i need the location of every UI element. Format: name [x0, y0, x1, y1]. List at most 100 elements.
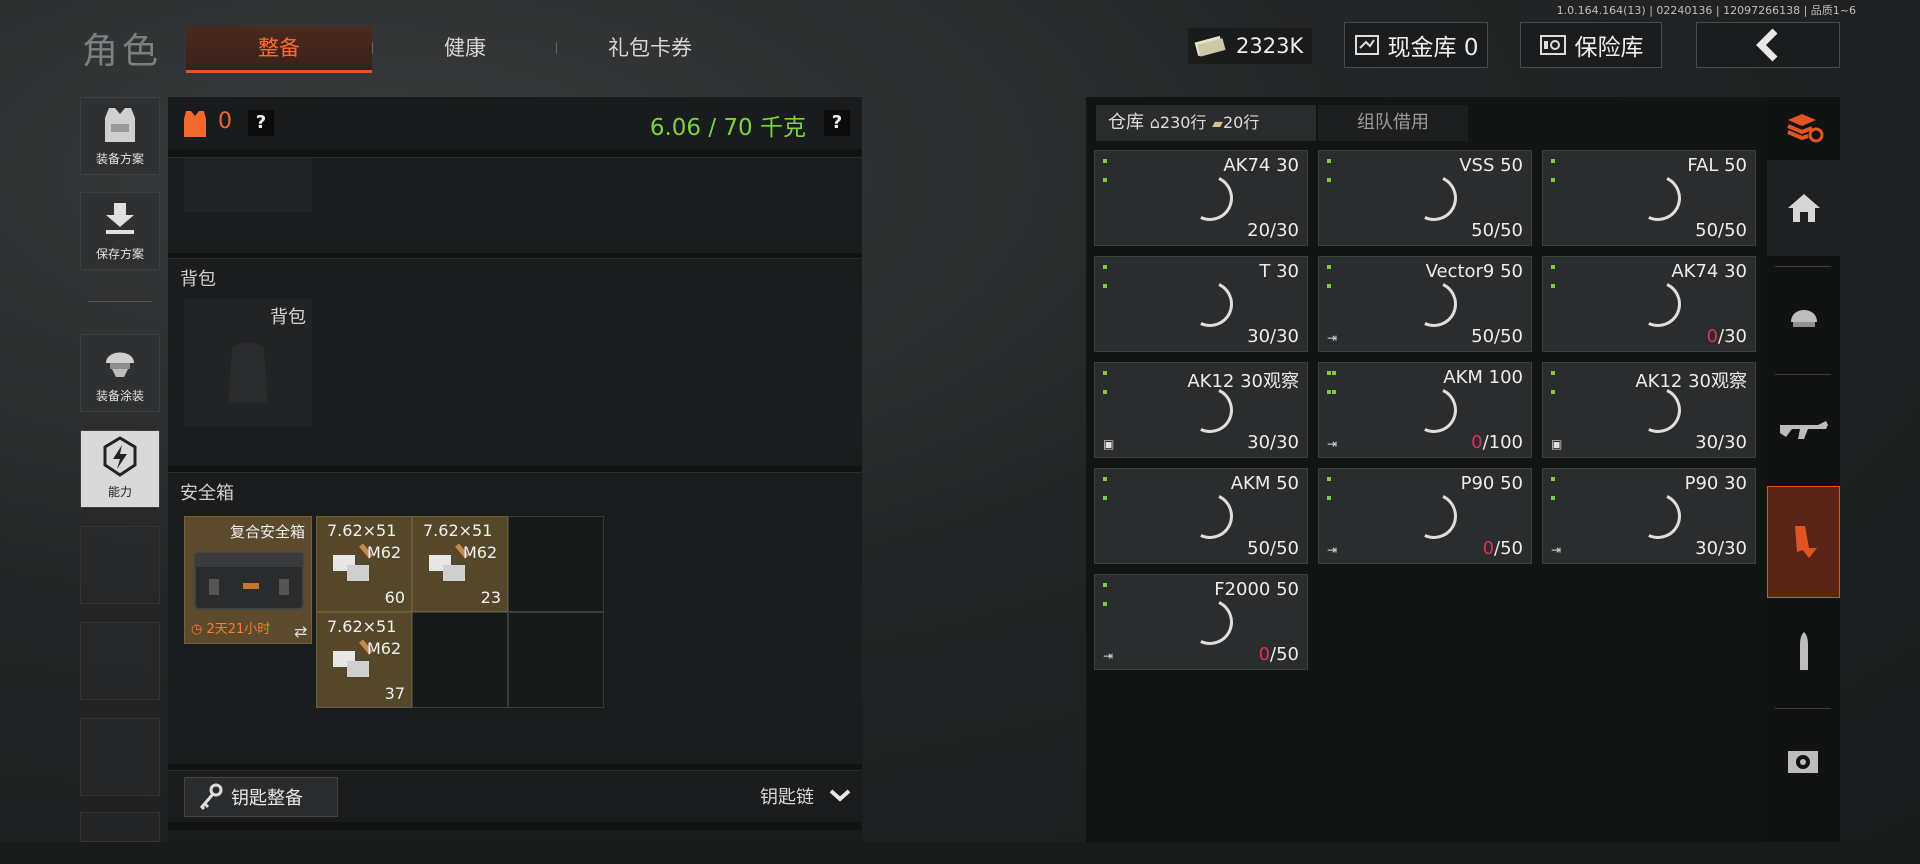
equip-slot[interactable]	[184, 158, 312, 212]
nav-save-plan[interactable]: 保存方案	[80, 192, 160, 270]
weight-text: 6.06 / 70 千克	[649, 115, 806, 141]
nav-ability[interactable]: 能力	[80, 430, 160, 508]
tab-gift-cards[interactable]: 礼包卡券	[565, 26, 735, 70]
insurance-vault-button[interactable]: 保险库	[1520, 22, 1662, 68]
item-name: Vector9 50	[1425, 261, 1523, 282]
nav-separator	[1775, 708, 1831, 709]
grid-cell[interactable]	[508, 516, 604, 612]
helmet-icon	[1790, 310, 1817, 327]
nav-skin[interactable]: 装备涂装	[80, 334, 160, 412]
grid-cell[interactable]	[412, 612, 508, 708]
loading-icon	[1404, 380, 1464, 440]
nav-home[interactable]	[1767, 160, 1840, 256]
weight-help-button[interactable]: ?	[824, 110, 850, 136]
loading-icon	[1628, 486, 1688, 546]
ammo-item[interactable]: 7.62×51 M62 37	[316, 612, 412, 708]
helmet-icon	[106, 352, 134, 377]
item-count: 0/50	[1259, 644, 1299, 665]
warehouse-item[interactable]: AK74 30 0/30	[1542, 256, 1756, 352]
ammo-item[interactable]: 7.62×51 M62 23	[412, 516, 508, 612]
loading-icon	[1404, 274, 1464, 334]
safe-box-icon	[194, 552, 304, 610]
warehouse-item[interactable]: VSS 50 50/50	[1318, 150, 1532, 246]
warehouse-item[interactable]: F2000 50 0/50 ⇥	[1094, 574, 1308, 670]
item-count-value: /50	[1270, 644, 1299, 665]
backpack-slot[interactable]: 背包	[184, 299, 312, 427]
item-name: P90 50	[1460, 473, 1523, 494]
item-count-empty: 0	[1482, 538, 1495, 559]
item-count: 0/50	[1483, 538, 1523, 559]
loading-icon	[1180, 592, 1240, 652]
loading-icon	[1628, 274, 1688, 334]
back-button[interactable]	[1696, 22, 1840, 68]
item-name: AKM 100	[1443, 367, 1523, 388]
item-corner-icon: ⇥	[1551, 543, 1562, 557]
loading-icon	[1404, 486, 1464, 546]
tab-warehouse[interactable]: 仓库 ⌂230行 ▰20行	[1096, 105, 1316, 141]
item-name: AKM 50	[1230, 473, 1299, 494]
lightning-shield-icon	[103, 436, 137, 477]
item-count: 50/50	[1471, 326, 1523, 347]
money-display: 2323K	[1188, 28, 1312, 64]
warehouse-item[interactable]: AKM 50 50/50	[1094, 468, 1308, 564]
item-count-value: 30/30	[1247, 326, 1299, 347]
item-count-empty: 0	[1471, 432, 1483, 453]
quality-indicator	[1327, 159, 1332, 197]
item-count: 50/50	[1247, 538, 1299, 559]
cash-icon	[1194, 35, 1226, 57]
warehouse-item[interactable]: AK12 30观察 30/30 ▣	[1542, 362, 1756, 458]
chevron-down-icon[interactable]	[828, 787, 852, 803]
grid-cell[interactable]	[508, 612, 604, 708]
item-count-value: 30/30	[1247, 432, 1299, 453]
item-count: 20/30	[1247, 220, 1299, 241]
item-count: 30/30	[1247, 326, 1299, 347]
sort-button[interactable]	[1767, 97, 1840, 159]
nav-separator	[1775, 374, 1831, 375]
nav-gear[interactable]	[1767, 270, 1840, 366]
warehouse-item[interactable]: AK74 30 20/30	[1094, 150, 1308, 246]
item-count-value: /50	[1494, 538, 1523, 559]
item-count: 30/30	[1695, 432, 1747, 453]
tab-separator	[556, 42, 557, 54]
quality-indicator	[1103, 371, 1108, 409]
ammo-item[interactable]: 7.62×51 M62 60	[316, 516, 412, 612]
swap-icon[interactable]: ⇄	[294, 622, 307, 641]
warehouse-item[interactable]: Vector9 50 50/50 ⇥	[1318, 256, 1532, 352]
cash-vault-button[interactable]: 现金库 0	[1344, 22, 1488, 68]
quality-indicator	[1327, 265, 1332, 303]
warehouse-item[interactable]: AKM 100 0/100 ⇥	[1318, 362, 1532, 458]
loading-icon	[1180, 168, 1240, 228]
quality-indicator	[1327, 477, 1332, 515]
tab-equip[interactable]: 整备	[186, 26, 372, 73]
nav-loadout-plan[interactable]: 装备方案	[80, 97, 160, 175]
safe-box-card[interactable]: 复合安全箱 ◷ 2天21小时	[184, 516, 312, 644]
armor-count: 0	[218, 109, 232, 134]
quality-indicator	[1103, 477, 1108, 515]
key-chain-label[interactable]: 钥匙链	[760, 783, 814, 809]
nav-separator	[1775, 266, 1831, 267]
item-count-value: /30	[1718, 326, 1747, 347]
nav-magazines[interactable]	[1767, 486, 1840, 598]
item-corner-icon: ⇥	[1103, 649, 1114, 663]
warehouse-item[interactable]: P90 30 30/30 ⇥	[1542, 468, 1756, 564]
tab-separator	[372, 42, 373, 54]
item-name: AK74 30	[1223, 155, 1299, 176]
nav-empty-slot	[80, 526, 160, 604]
item-corner-icon: ▣	[1551, 437, 1563, 451]
nav-weapons[interactable]	[1767, 382, 1840, 478]
warehouse-rows-home: 230行	[1159, 113, 1207, 132]
tab-health[interactable]: 健康	[380, 26, 550, 70]
armor-help-button[interactable]: ?	[248, 110, 274, 136]
warehouse-item[interactable]: FAL 50 50/50	[1542, 150, 1756, 246]
warehouse-item[interactable]: P90 50 0/50 ⇥	[1318, 468, 1532, 564]
tab-team-borrow[interactable]: 组队借用	[1318, 105, 1468, 141]
warehouse-item[interactable]: T 30 30/30	[1094, 256, 1308, 352]
backpack-slot-label: 背包	[270, 307, 306, 328]
nav-ammo[interactable]	[1767, 604, 1840, 700]
item-count-empty: 0	[1706, 326, 1719, 347]
nav-attachments[interactable]	[1767, 714, 1840, 810]
warehouse-item[interactable]: AK12 30观察 30/30 ▣	[1094, 362, 1308, 458]
key-equip-button[interactable]: 钥匙整备	[184, 777, 338, 817]
item-count: 0/30	[1707, 326, 1747, 347]
nav-label: 装备涂装	[95, 389, 144, 403]
